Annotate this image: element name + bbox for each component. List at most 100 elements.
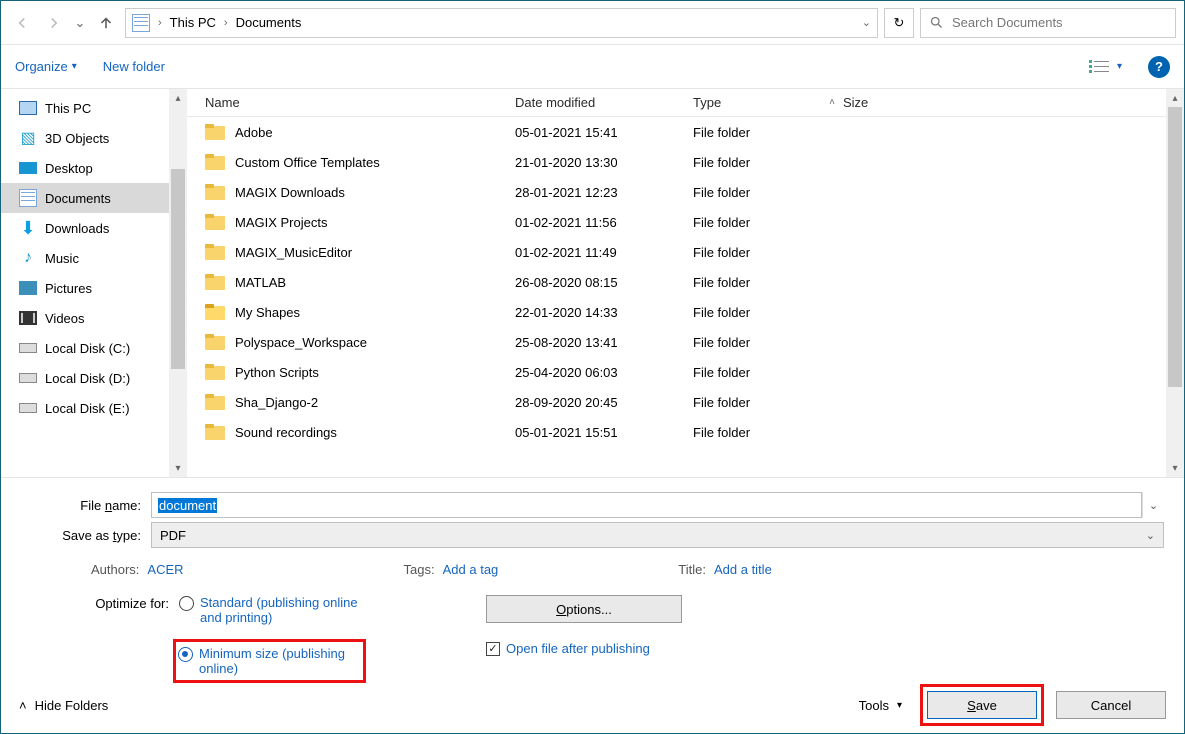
drive-icon bbox=[19, 369, 37, 387]
column-header-size[interactable]: Size bbox=[843, 95, 1166, 110]
drive-icon bbox=[19, 399, 37, 417]
filename-input[interactable]: document bbox=[151, 492, 1142, 518]
sidebar-item-label: Local Disk (E:) bbox=[45, 401, 130, 416]
column-header-name[interactable]: Name bbox=[187, 95, 515, 110]
nav-up-button[interactable] bbox=[93, 10, 119, 36]
file-row[interactable]: MAGIX Downloads28-01-2021 12:23File fold… bbox=[187, 177, 1166, 207]
file-type: File folder bbox=[693, 125, 843, 140]
file-date: 28-01-2021 12:23 bbox=[515, 185, 693, 200]
folder-icon bbox=[205, 154, 225, 170]
folder-icon bbox=[205, 334, 225, 350]
options-button[interactable]: Options... bbox=[486, 595, 682, 623]
sidebar-item-label: Downloads bbox=[45, 221, 109, 236]
file-name: Python Scripts bbox=[235, 365, 319, 380]
filename-history-dropdown[interactable]: ⌄ bbox=[1142, 492, 1164, 518]
file-row[interactable]: Sha_Django-228-09-2020 20:45File folder bbox=[187, 387, 1166, 417]
tools-menu[interactable]: Tools▾ bbox=[859, 698, 902, 713]
file-row[interactable]: MATLAB26-08-2020 08:15File folder bbox=[187, 267, 1166, 297]
new-folder-button[interactable]: New folder bbox=[103, 59, 165, 74]
file-row[interactable]: Sound recordings05-01-2021 15:51File fol… bbox=[187, 417, 1166, 447]
nav-forward-button[interactable] bbox=[41, 10, 67, 36]
file-name: Sound recordings bbox=[235, 425, 337, 440]
file-name: Adobe bbox=[235, 125, 273, 140]
sidebar-item-downloads[interactable]: ⬇ Downloads bbox=[1, 213, 169, 243]
file-date: 28-09-2020 20:45 bbox=[515, 395, 693, 410]
radio-standard[interactable]: Standard (publishing online and printing… bbox=[179, 595, 366, 625]
filename-label: File name: bbox=[41, 498, 151, 513]
file-row[interactable]: MAGIX_MusicEditor01-02-2021 11:49File fo… bbox=[187, 237, 1166, 267]
file-row[interactable]: MAGIX Projects01-02-2021 11:56File folde… bbox=[187, 207, 1166, 237]
help-button[interactable]: ? bbox=[1148, 56, 1170, 78]
cancel-button[interactable]: Cancel bbox=[1056, 691, 1166, 719]
sidebar-item-label: Videos bbox=[45, 311, 85, 326]
folder-icon bbox=[205, 364, 225, 380]
file-date: 25-04-2020 06:03 bbox=[515, 365, 693, 380]
radio-minimum[interactable]: Minimum size (publishing online) bbox=[178, 646, 359, 676]
checkbox-icon: ✓ bbox=[486, 642, 500, 656]
breadcrumb-root[interactable]: This PC bbox=[170, 15, 216, 30]
pc-icon bbox=[19, 99, 37, 117]
sidebar-item-this-pc[interactable]: This PC bbox=[1, 93, 169, 123]
sidebar-item-local-disk-e-[interactable]: Local Disk (E:) bbox=[1, 393, 169, 423]
refresh-button[interactable]: ↻ bbox=[884, 8, 914, 38]
sidebar-scrollbar[interactable]: ▴▾ bbox=[169, 89, 187, 477]
tags-value[interactable]: Add a tag bbox=[443, 562, 499, 577]
column-header-date[interactable]: Date modified bbox=[515, 95, 693, 110]
sidebar-item-music[interactable]: ♪Music bbox=[1, 243, 169, 273]
file-name: My Shapes bbox=[235, 305, 300, 320]
chevron-up-icon: ˄ bbox=[19, 698, 27, 713]
3d-icon: ▧ bbox=[19, 129, 37, 147]
address-bar[interactable]: › This PC › Documents ⌄ bbox=[125, 8, 878, 38]
radio-icon bbox=[179, 596, 194, 611]
file-type: File folder bbox=[693, 335, 843, 350]
folder-icon bbox=[205, 214, 225, 230]
recent-locations-button[interactable]: ⌄ bbox=[73, 10, 87, 36]
sidebar-item-label: Desktop bbox=[45, 161, 93, 176]
hide-folders-button[interactable]: ˄ Hide Folders bbox=[19, 698, 108, 713]
file-row[interactable]: Polyspace_Workspace25-08-2020 13:41File … bbox=[187, 327, 1166, 357]
savetype-combo[interactable]: PDF⌄ bbox=[151, 522, 1164, 548]
file-name: MAGIX_MusicEditor bbox=[235, 245, 352, 260]
sidebar-item-3d-objects[interactable]: ▧3D Objects bbox=[1, 123, 169, 153]
sidebar-item-pictures[interactable]: Pictures bbox=[1, 273, 169, 303]
sidebar-item-local-disk-d-[interactable]: Local Disk (D:) bbox=[1, 363, 169, 393]
documents-icon bbox=[132, 14, 150, 32]
sidebar-item-label: Pictures bbox=[45, 281, 92, 296]
drive-icon bbox=[19, 339, 37, 357]
search-icon bbox=[929, 15, 944, 30]
nav-back-button[interactable] bbox=[9, 10, 35, 36]
title-value[interactable]: Add a title bbox=[714, 562, 772, 577]
tags-label: Tags: bbox=[404, 562, 435, 577]
sidebar-item-local-disk-c-[interactable]: Local Disk (C:) bbox=[1, 333, 169, 363]
file-row[interactable]: Python Scripts 25-04-2020 06:03File folde… bbox=[187, 357, 1166, 387]
sidebar-item-documents[interactable]: Documents bbox=[1, 183, 169, 213]
view-mode-picker[interactable]: ▾ bbox=[1089, 59, 1122, 75]
column-header-type[interactable]: Type˄ bbox=[693, 95, 843, 110]
authors-value[interactable]: ACER bbox=[147, 562, 183, 577]
download-icon: ⬇ bbox=[19, 219, 37, 237]
save-button[interactable]: Save bbox=[927, 691, 1037, 719]
folder-icon bbox=[205, 184, 225, 200]
file-date: 05-01-2021 15:51 bbox=[515, 425, 693, 440]
desktop-icon bbox=[19, 159, 37, 177]
file-date: 22-01-2020 14:33 bbox=[515, 305, 693, 320]
breadcrumb-folder[interactable]: Documents bbox=[236, 15, 302, 30]
sidebar-item-desktop[interactable]: Desktop bbox=[1, 153, 169, 183]
file-type: File folder bbox=[693, 155, 843, 170]
file-name: Sha_Django-2 bbox=[235, 395, 318, 410]
open-after-publish-checkbox[interactable]: ✓ Open file after publishing bbox=[486, 641, 682, 656]
file-row[interactable]: My Shapes22-01-2020 14:33File folder bbox=[187, 297, 1166, 327]
filelist-scrollbar[interactable]: ▴▾ bbox=[1166, 89, 1184, 477]
file-row[interactable]: Adobe05-01-2021 15:41File folder bbox=[187, 117, 1166, 147]
doc-icon bbox=[19, 189, 37, 207]
file-type: File folder bbox=[693, 365, 843, 380]
radio-icon bbox=[178, 647, 193, 662]
details-view-icon bbox=[1089, 59, 1109, 75]
sidebar-item-videos[interactable]: Videos bbox=[1, 303, 169, 333]
search-input[interactable]: Search Documents bbox=[920, 8, 1176, 38]
sidebar-item-label: Documents bbox=[45, 191, 111, 206]
address-dropdown[interactable]: ⌄ bbox=[862, 16, 871, 29]
file-type: File folder bbox=[693, 275, 843, 290]
file-row[interactable]: Custom Office Templates21-01-2020 13:30F… bbox=[187, 147, 1166, 177]
organize-menu[interactable]: Organize ▾ bbox=[15, 59, 77, 74]
